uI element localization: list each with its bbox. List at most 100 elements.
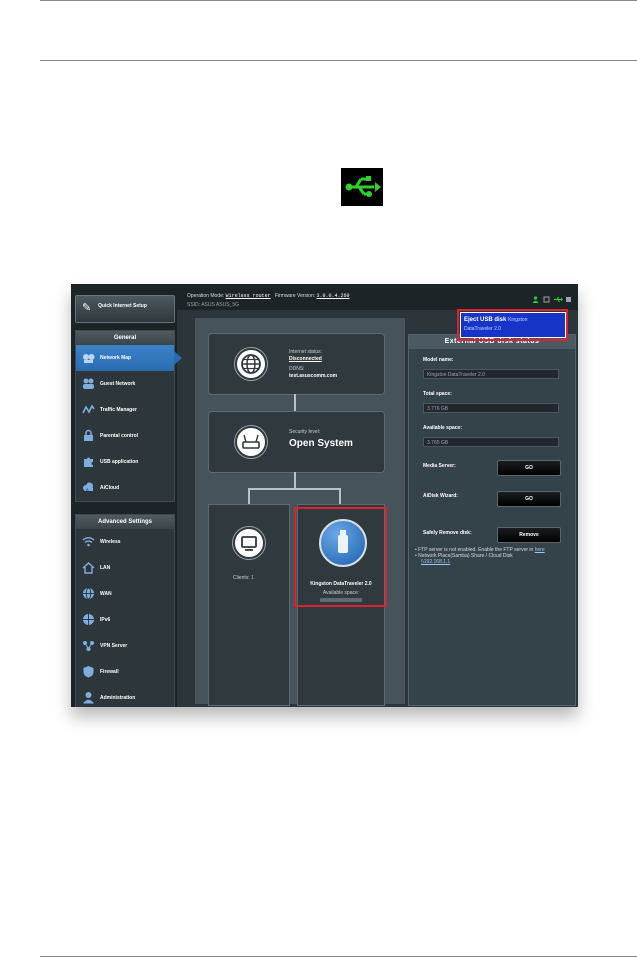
- sidebar-item-label: AiCloud: [100, 485, 120, 491]
- usb-notes: • FTP server is not enabled. Enable the …: [415, 547, 571, 565]
- guest-network-icon: [83, 378, 94, 389]
- external-usb-status-panel: External USB disk status Model name: Kin…: [408, 334, 576, 706]
- quick-setup-label: Quick Internet Setup: [98, 303, 147, 309]
- sidebar-item-label: LAN: [100, 565, 111, 571]
- ftp-enable-link[interactable]: here: [535, 547, 545, 553]
- sidebar-item-label: IPv6: [100, 617, 111, 623]
- network-status-icon[interactable]: [565, 296, 572, 303]
- router-node-icon: [235, 426, 267, 458]
- usb-icon: [341, 168, 383, 206]
- sidebar-item-parental-control[interactable]: Parental control: [76, 423, 174, 449]
- samba-path-line: \\192.168.1.1: [415, 559, 571, 565]
- sidebar-item-wireless[interactable]: Wireless: [76, 529, 174, 555]
- clients-label: Clients:: [233, 575, 250, 581]
- globe-icon: [83, 587, 94, 600]
- svg-text:A: A: [86, 487, 89, 492]
- model-name-label: Model name:: [423, 357, 454, 363]
- total-space-label: Total space:: [423, 391, 452, 397]
- wireless-icon: [82, 537, 95, 547]
- operation-mode-label: Operation Mode:: [187, 293, 225, 299]
- media-server-label: Media Server:: [423, 463, 456, 469]
- active-indicator: [174, 351, 182, 365]
- internet-node[interactable]: Internet status: Disconnected DDNS: test…: [208, 333, 385, 395]
- sidebar-item-label: Guest Network: [100, 381, 136, 387]
- sidebar-item-network-map[interactable]: Network Map: [76, 345, 182, 371]
- available-space-field: 3.765 GB: [423, 437, 559, 447]
- sidebar-item-lan[interactable]: LAN: [76, 555, 174, 581]
- available-space-label: Available space:: [423, 425, 463, 431]
- ssid-value: ASUS ASUS_5G: [201, 302, 239, 308]
- usb-node-highlight: [294, 507, 387, 607]
- internet-status-value[interactable]: Disconnected: [289, 356, 322, 362]
- general-section: General Network Map Guest Network Traffi…: [75, 330, 182, 502]
- sidebar-item-vpn-server[interactable]: VPN Server: [76, 633, 174, 659]
- advanced-section: Advanced Settings Wireless LAN WAN IPv6 …: [75, 514, 175, 707]
- sidebar-item-label: Network Map: [100, 355, 132, 361]
- sidebar-item-ipv6[interactable]: IPv6: [76, 607, 174, 633]
- remove-disk-button[interactable]: Remove: [497, 527, 561, 543]
- sidebar: ✎ Quick Internet Setup General Network M…: [71, 284, 182, 707]
- samba-path-link[interactable]: \\192.168.1.1: [421, 559, 450, 565]
- sidebar-item-label: WAN: [100, 591, 112, 597]
- clients-count[interactable]: 1: [251, 575, 254, 581]
- traffic-manager-icon: [82, 404, 95, 414]
- security-level-label: Security level:: [289, 429, 321, 435]
- security-level-value: Open System: [289, 438, 353, 449]
- admin-icon: [83, 692, 94, 704]
- wand-icon: ✎: [82, 302, 92, 314]
- shield-icon: [83, 666, 94, 678]
- aidisk-wizard-label: AiDisk Wizard:: [423, 493, 458, 499]
- eject-popup-highlight: [457, 309, 568, 341]
- ddns-value: test.asuscomm.com: [289, 373, 338, 379]
- connector-line: [248, 488, 340, 490]
- router-node[interactable]: Security level: Open System: [208, 411, 385, 473]
- sidebar-item-usb-application[interactable]: USB application: [76, 449, 174, 475]
- total-space-field: 3.776 GB: [423, 403, 559, 413]
- model-name-field: Kingston DataTraveler 2.0: [423, 369, 559, 379]
- puzzle-icon: [84, 457, 93, 467]
- sidebar-item-guest-network[interactable]: Guest Network: [76, 371, 174, 397]
- sidebar-item-label: Parental control: [100, 433, 139, 439]
- status-icons: [532, 296, 572, 303]
- header-rule: [40, 60, 637, 61]
- sidebar-item-aicloud[interactable]: A AiCloud: [76, 475, 174, 501]
- sidebar-item-administration[interactable]: Administration: [76, 685, 174, 707]
- operation-mode-link[interactable]: Wireless router: [226, 293, 271, 299]
- router-ui-screenshot: ✎ Quick Internet Setup General Network M…: [71, 284, 578, 707]
- firmware-link[interactable]: 3.0.0.4.260: [317, 293, 350, 299]
- network-map-icon: [83, 354, 95, 363]
- connector-line: [294, 472, 296, 489]
- top-rule: [40, 0, 637, 1]
- home-icon: [82, 562, 95, 574]
- sidebar-item-label: USB application: [100, 459, 139, 465]
- usb-status-icon[interactable]: [554, 296, 563, 303]
- media-server-go-button[interactable]: GO: [497, 460, 561, 476]
- internet-status-label: Internet status:: [289, 349, 323, 355]
- sidebar-item-label: Traffic Manager: [100, 407, 137, 413]
- cloud-icon: A: [83, 482, 93, 492]
- monitor-node-icon: [233, 527, 265, 559]
- user-status-icon[interactable]: [532, 296, 539, 303]
- general-title: General: [76, 331, 174, 345]
- advanced-title: Advanced Settings: [76, 515, 174, 529]
- sidebar-item-label: Firewall: [100, 669, 119, 675]
- sidebar-item-label: VPN Server: [100, 643, 128, 649]
- sidebar-item-label: Wireless: [100, 539, 121, 545]
- printer-status-icon[interactable]: [543, 296, 550, 303]
- ssid-line: SSID: ASUS ASUS_5G: [187, 302, 239, 308]
- operation-mode-line: Operation Mode: Wireless router Firmware…: [187, 293, 350, 299]
- quick-internet-setup-button[interactable]: ✎ Quick Internet Setup: [75, 295, 175, 323]
- clients-line: Clients: 1: [233, 575, 254, 581]
- sidebar-item-traffic-manager[interactable]: Traffic Manager: [76, 397, 174, 423]
- ddns-label: DDNS:: [289, 366, 305, 372]
- sidebar-item-label: Administration: [100, 695, 136, 701]
- sidebar-item-wan[interactable]: WAN: [76, 581, 174, 607]
- connector-line: [339, 488, 341, 505]
- globe-node-icon: [235, 348, 267, 380]
- clients-node[interactable]: Clients: 1: [208, 504, 290, 706]
- sidebar-item-firewall[interactable]: Firewall: [76, 659, 174, 685]
- vpn-icon: [83, 641, 94, 651]
- aidisk-go-button[interactable]: GO: [497, 491, 561, 507]
- firmware-label: Firmware Version:: [274, 293, 316, 299]
- safely-remove-label: Safely Remove disk:: [423, 530, 472, 536]
